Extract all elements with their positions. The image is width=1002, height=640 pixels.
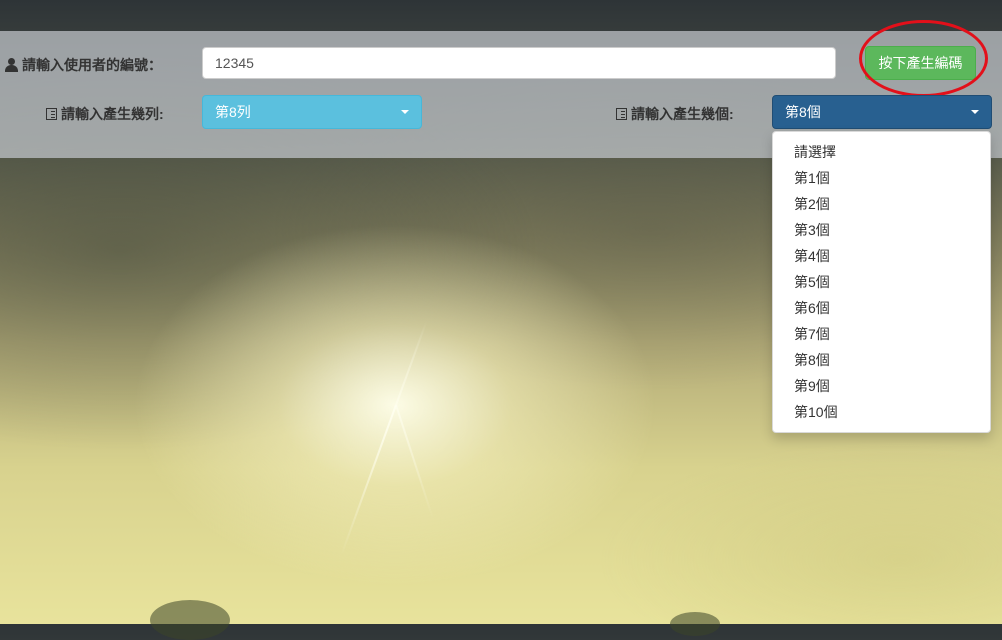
count-label: 請輸入產生幾個: — [631, 106, 734, 122]
sun-ray — [395, 404, 435, 520]
user-id-label-group: 請輸入使用者的編號： — [5, 55, 162, 75]
dropdown-option[interactable]: 第1個 — [773, 165, 990, 191]
count-label-group: 請輸入產生幾個: — [616, 104, 734, 124]
dropdown-option[interactable]: 第3個 — [773, 217, 990, 243]
user-id-label: 請輸入使用者的編號： — [22, 57, 162, 73]
count-select[interactable]: 第8個 — [772, 95, 992, 129]
dropdown-option[interactable]: 第10個 — [773, 399, 990, 425]
background-tree — [670, 612, 720, 636]
dropdown-option[interactable]: 第2個 — [773, 191, 990, 217]
dropdown-option[interactable]: 第4個 — [773, 243, 990, 269]
list-icon — [616, 108, 627, 120]
list-icon — [46, 108, 57, 120]
rows-label: 請輸入產生幾列: — [61, 106, 164, 122]
sun-ray — [395, 320, 428, 406]
dropdown-option[interactable]: 第7個 — [773, 321, 990, 347]
caret-down-icon — [971, 110, 979, 114]
rows-label-group: 請輸入產生幾列: — [46, 104, 164, 124]
sun-ray — [340, 404, 397, 556]
caret-down-icon — [401, 110, 409, 114]
dropdown-option[interactable]: 第5個 — [773, 269, 990, 295]
user-icon — [5, 58, 18, 72]
dropdown-option[interactable]: 第8個 — [773, 347, 990, 373]
background-tree — [150, 600, 230, 640]
rows-select[interactable]: 第8列 — [202, 95, 422, 129]
count-dropdown-menu: 請選擇 第1個 第2個 第3個 第4個 第5個 第6個 第7個 第8個 第9個 … — [772, 131, 991, 433]
rows-select-value: 第8列 — [215, 104, 251, 120]
user-id-input[interactable] — [202, 47, 836, 79]
dropdown-option-placeholder[interactable]: 請選擇 — [773, 139, 990, 165]
count-select-value: 第8個 — [785, 104, 821, 120]
dropdown-option[interactable]: 第6個 — [773, 295, 990, 321]
highlight-annotation — [859, 20, 988, 97]
dropdown-option[interactable]: 第9個 — [773, 373, 990, 399]
